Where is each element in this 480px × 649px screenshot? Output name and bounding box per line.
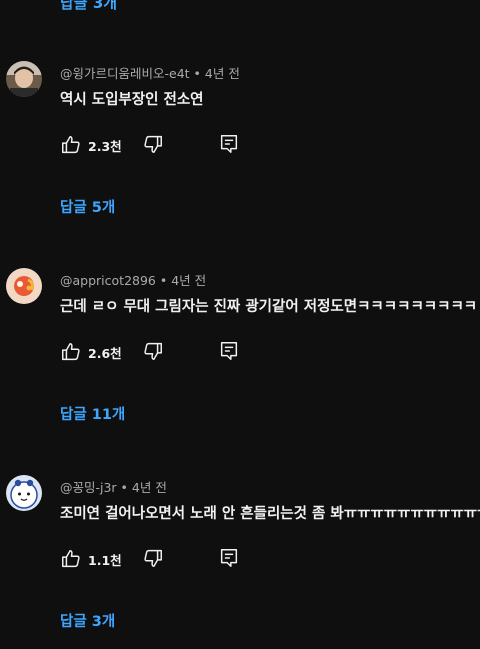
reply-button[interactable] — [218, 340, 240, 362]
dislike-button[interactable] — [142, 547, 164, 569]
comment-thread: @윙가르디움레비오-e4t • 4년 전 역시 도입부장인 전소연 2.3천 답… — [0, 0, 480, 216]
comment-reply-icon — [220, 135, 238, 153]
thumbs-down-icon — [144, 342, 162, 360]
replies-button[interactable]: 답글 3개 — [60, 610, 115, 631]
comment-time[interactable]: 4년 전 — [132, 480, 167, 495]
comment-thread: @appricot2896 • 4년 전 근데 ㄹㅇ 무대 그림자는 진짜 광기… — [0, 207, 480, 423]
comment-reply-icon — [220, 342, 238, 360]
reply-button[interactable] — [218, 547, 240, 569]
dislike-button[interactable] — [142, 133, 164, 155]
avatar[interactable] — [6, 61, 42, 97]
thumbs-down-icon — [144, 135, 162, 153]
like-button[interactable]: 1.1천 — [60, 548, 122, 570]
like-count: 1.1천 — [88, 552, 122, 568]
comment-meta: @꽁밍-j3r • 4년 전 — [60, 477, 167, 496]
comment-text: 역시 도입부장인 전소연 — [60, 92, 204, 108]
comment-reply-icon — [220, 549, 238, 567]
meta-separator: • — [155, 273, 172, 288]
author-handle[interactable]: @윙가르디움레비오-e4t — [60, 66, 190, 81]
author-handle[interactable]: @appricot2896 — [60, 273, 156, 288]
comment-thread: @꽁밍-j3r • 4년 전 조미연 걸어나오면서 노래 안 흔들리는것 좀 봐… — [0, 414, 480, 630]
like-count: 2.3천 — [88, 138, 122, 154]
comment-text: 조미연 걸어나오면서 노래 안 흔들리는것 좀 봐ㅠㅠㅠㅠㅠㅠㅠㅠㅠㅠㅠ — [60, 506, 480, 522]
avatar[interactable] — [6, 475, 42, 511]
thumbs-up-icon — [62, 550, 80, 568]
comment-actions: 2.6천 — [60, 340, 238, 364]
dislike-button[interactable] — [142, 340, 164, 362]
thumbs-down-icon — [144, 549, 162, 567]
comment-actions: 2.3천 — [60, 133, 238, 157]
avatar[interactable] — [6, 268, 42, 304]
reply-button[interactable] — [218, 133, 240, 155]
thumbs-up-icon — [62, 136, 80, 154]
like-button[interactable]: 2.6천 — [60, 341, 122, 363]
comment-time[interactable]: 4년 전 — [171, 273, 206, 288]
thumbs-up-icon — [62, 343, 80, 361]
comment-actions: 1.1천 — [60, 547, 238, 571]
meta-separator: • — [189, 66, 205, 81]
meta-separator: • — [116, 480, 132, 495]
like-count: 2.6천 — [88, 345, 122, 361]
comment-meta: @윙가르디움레비오-e4t • 4년 전 — [60, 63, 240, 82]
comment-time[interactable]: 4년 전 — [205, 66, 240, 81]
author-handle[interactable]: @꽁밍-j3r — [60, 480, 117, 495]
comment-text: 근데 ㄹㅇ 무대 그림자는 진짜 광기같어 저정도면ㅋㅋㅋㅋㅋㅋㅋㅋㅋ — [60, 299, 478, 315]
comment-meta: @appricot2896 • 4년 전 — [60, 270, 206, 289]
like-button[interactable]: 2.3천 — [60, 134, 122, 156]
